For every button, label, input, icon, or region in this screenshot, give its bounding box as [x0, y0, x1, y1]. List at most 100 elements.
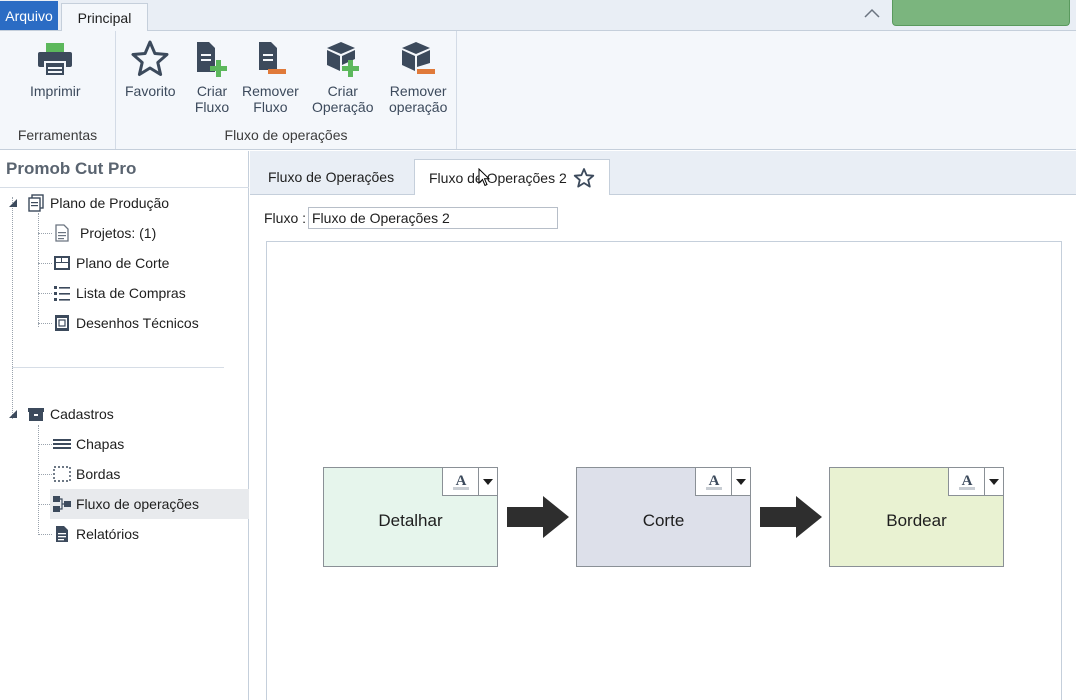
- left-panel: Promob Cut Pro Plano de Produção Projeto…: [0, 151, 249, 700]
- print-button[interactable]: Imprimir: [30, 39, 81, 99]
- tree-node-projetos[interactable]: Projetos: (1): [52, 221, 156, 245]
- font-style-button[interactable]: A: [949, 468, 985, 495]
- tree-line: [38, 534, 52, 535]
- flow-node-detalhar[interactable]: Detalhar A: [323, 467, 498, 567]
- tab-fluxo-operacoes[interactable]: Fluxo de Operações: [254, 159, 408, 195]
- tree-node-fluxo-operacoes[interactable]: Fluxo de operações: [52, 492, 199, 516]
- cut-plan-icon: [52, 253, 72, 273]
- node-dropdown-button[interactable]: [479, 468, 497, 495]
- flow-arrow-icon: [507, 496, 569, 538]
- sheets-icon: [52, 434, 72, 454]
- tree-node-bordas[interactable]: Bordas: [52, 462, 120, 486]
- tab-label: Fluxo de Operações: [268, 169, 395, 185]
- flow-icon: [52, 494, 72, 514]
- tree-node-label: Chapas: [76, 436, 125, 452]
- ribbon-group-ferramentas: Imprimir Ferramentas: [0, 31, 116, 149]
- tree-line: [38, 293, 52, 294]
- tree-node-label: Fluxo de operações: [76, 496, 199, 512]
- tab-label: Fluxo de Operações 2: [429, 169, 567, 186]
- collapse-ribbon-button[interactable]: [862, 5, 882, 21]
- printer-icon: [38, 43, 73, 77]
- edges-icon: [52, 464, 72, 484]
- chevron-down-icon: [989, 478, 999, 485]
- flow-canvas[interactable]: Detalhar A Corte A Bordear A: [266, 241, 1062, 700]
- tree-line: [38, 425, 39, 535]
- node-dropdown-button[interactable]: [985, 468, 1003, 495]
- chevron-down-icon: [483, 478, 493, 485]
- document-icon: [52, 223, 72, 243]
- node-controls: A: [948, 468, 1003, 496]
- flow-node-corte[interactable]: Corte A: [576, 467, 751, 567]
- divider: [0, 187, 249, 188]
- tree-node-lista-compras[interactable]: Lista de Compras: [52, 281, 186, 305]
- tree-node-label: Cadastros: [50, 406, 114, 422]
- remove-operation-label: Remover operação: [389, 83, 448, 115]
- ribbon-group-label: Fluxo de operações: [224, 127, 348, 143]
- svg-text:A: A: [455, 473, 466, 489]
- flow-arrow-icon: [760, 496, 822, 538]
- favorite-label: Favorito: [125, 83, 176, 99]
- tree-node-label: Lista de Compras: [76, 285, 186, 301]
- tab-arquivo[interactable]: Arquivo: [0, 1, 58, 30]
- tree-node-label: Plano de Produção: [50, 195, 170, 211]
- create-flow-icon: [197, 42, 227, 77]
- create-operation-label: Criar Operação: [312, 83, 374, 115]
- create-flow-label: Criar Fluxo: [194, 83, 230, 115]
- font-icon: A: [452, 473, 469, 490]
- fluxo-name-input[interactable]: [308, 207, 558, 229]
- tab-fluxo-operacoes-2[interactable]: Fluxo de Operações 2: [414, 159, 610, 196]
- tree-line: [38, 233, 52, 234]
- svg-text:A: A: [961, 473, 972, 489]
- tab-principal[interactable]: Principal: [61, 3, 148, 32]
- mouse-cursor-icon: [478, 168, 491, 187]
- divider: [12, 367, 224, 368]
- node-controls: A: [442, 468, 497, 496]
- tree-node-label: Plano de Corte: [76, 255, 170, 271]
- technical-drawing-icon: [52, 313, 72, 333]
- ribbon-group-label: Ferramentas: [17, 127, 98, 143]
- create-operation-button[interactable]: Criar Operação: [312, 39, 373, 115]
- tree-node-relatorios[interactable]: Relatórios: [52, 522, 139, 546]
- tree-node-label: Desenhos Técnicos: [76, 315, 199, 331]
- create-operation-icon: [326, 42, 359, 77]
- remove-operation-button[interactable]: Remover operação: [389, 39, 447, 115]
- svg-text:A: A: [708, 473, 719, 489]
- node-dropdown-button[interactable]: [732, 468, 750, 495]
- node-label: Bordear: [886, 511, 947, 530]
- ribbon: Imprimir Ferramentas Favorito Criar Fluxo: [0, 31, 1076, 150]
- ribbon-group-fluxo: Favorito Criar Fluxo Remover Fluxo Criar…: [116, 31, 457, 149]
- tree-node-plano-corte[interactable]: Plano de Corte: [52, 251, 169, 275]
- tree-expander-icon[interactable]: [8, 198, 18, 208]
- tree-node-label: Projetos: (1): [80, 225, 157, 241]
- tree-line: [38, 323, 52, 324]
- tree-line: [38, 474, 52, 475]
- tree-node-label: Relatórios: [76, 526, 140, 542]
- editor-area: Fluxo : Detalhar A Corte A: [250, 195, 1076, 700]
- font-style-button[interactable]: A: [696, 468, 732, 495]
- documents-icon: [26, 193, 46, 213]
- tree-node-chapas[interactable]: Chapas: [52, 432, 124, 456]
- list-icon: [52, 283, 72, 303]
- tree-node-cadastros[interactable]: Cadastros: [26, 402, 114, 426]
- font-style-button[interactable]: A: [443, 468, 479, 495]
- node-label: Corte: [642, 511, 685, 530]
- favorite-button[interactable]: Favorito: [125, 39, 176, 99]
- flow-node-bordear[interactable]: Bordear A: [829, 467, 1004, 567]
- create-flow-button[interactable]: Criar Fluxo: [192, 39, 232, 115]
- chevron-up-icon: [864, 8, 880, 18]
- tree-line: [12, 197, 13, 419]
- archive-box-icon: [26, 404, 46, 424]
- font-icon: A: [958, 473, 975, 490]
- remove-operation-icon: [402, 42, 436, 74]
- star-icon: [131, 40, 169, 76]
- status-indicator: [892, 0, 1070, 26]
- report-icon: [52, 524, 72, 544]
- tree-node-plano-producao[interactable]: Plano de Produção: [26, 191, 169, 215]
- tree-node-desenhos-tecnicos[interactable]: Desenhos Técnicos: [52, 311, 199, 335]
- font-icon: A: [705, 473, 722, 490]
- tree-expander-icon[interactable]: [8, 409, 18, 419]
- node-label: Detalhar: [378, 511, 443, 530]
- node-controls: A: [695, 468, 750, 496]
- remove-flow-button[interactable]: Remover Fluxo: [242, 39, 299, 115]
- star-icon[interactable]: [573, 167, 595, 189]
